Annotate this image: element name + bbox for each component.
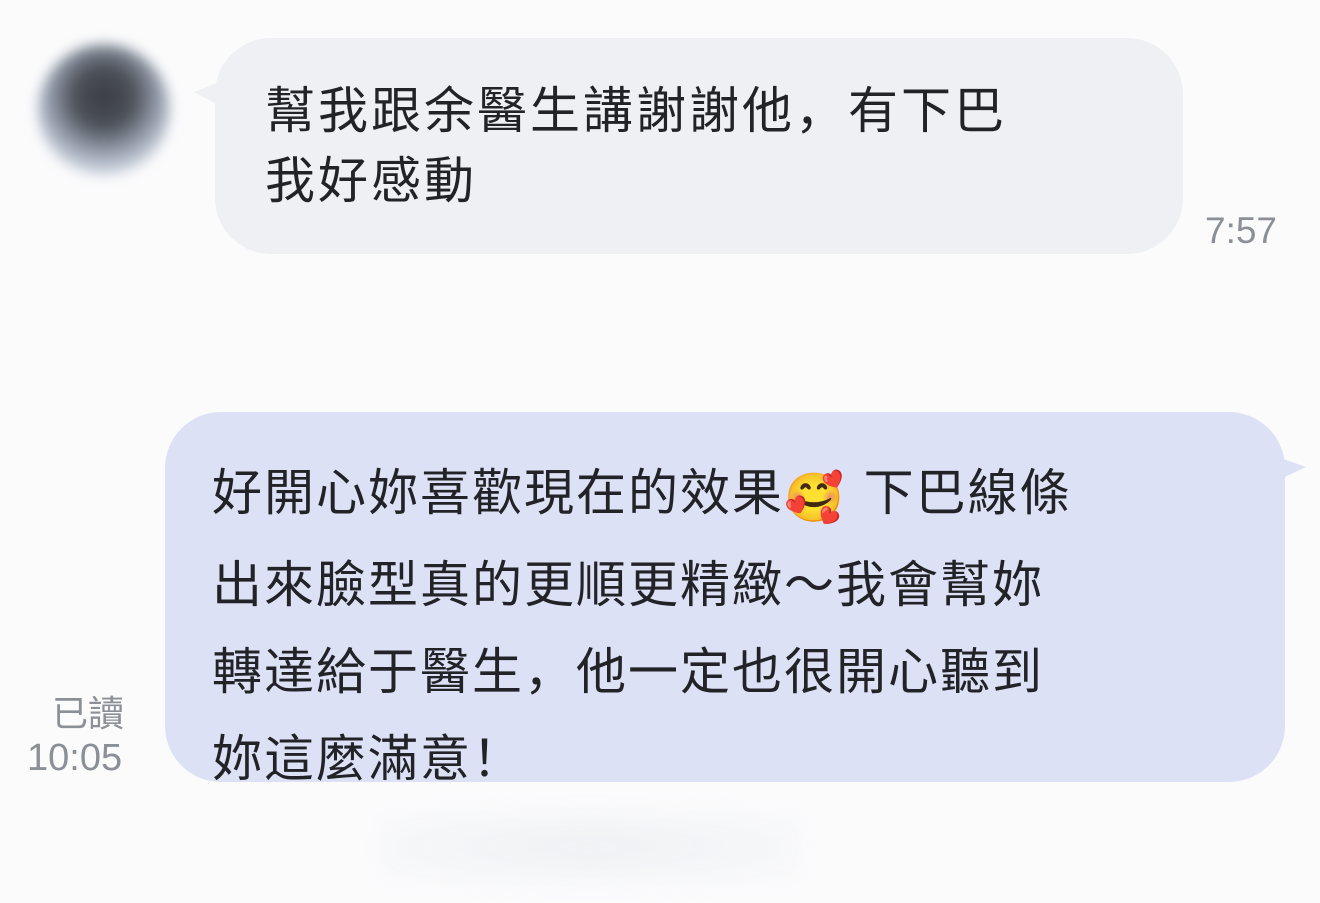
incoming-line-1: 幫我跟余醫生講謝謝他，有下巴: [265, 82, 1007, 140]
outgoing-line-4: 妳這麼滿意！: [212, 730, 524, 788]
read-receipt: 已讀: [52, 694, 125, 735]
chat-view: 幫我跟余醫生講謝謝他，有下巴 我好感動 7:57 好開心妳喜歡現在的效果🥰 下巴線…: [0, 0, 1320, 903]
outgoing-line-3: 轉達給于醫生，他一定也很開心聽到: [212, 643, 1044, 701]
outgoing-line-1-start: 好開心妳喜歡現在的效果: [212, 464, 784, 522]
incoming-message-text: 幫我跟余醫生講謝謝他，有下巴 我好感動: [265, 76, 1133, 216]
outgoing-message-text: 好開心妳喜歡現在的效果🥰 下巴線條出來臉型真的更順更精緻～我會幫妳 轉達給于醫生，…: [212, 450, 1245, 803]
incoming-timestamp: 7:57: [1205, 210, 1278, 251]
outgoing-line-2: 出來臉型真的更順更精緻～我會幫妳: [212, 556, 1044, 614]
smiling-face-with-hearts-icon: 🥰: [784, 470, 846, 526]
sender-avatar[interactable]: [38, 44, 170, 176]
outgoing-timestamp: 10:05: [27, 737, 123, 779]
incoming-line-2: 我好感動: [265, 152, 477, 210]
outgoing-message-bubble[interactable]: 好開心妳喜歡現在的效果🥰 下巴線條出來臉型真的更順更精緻～我會幫妳 轉達給于醫生，…: [165, 412, 1285, 788]
outgoing-line-1-end: 下巴線條: [845, 464, 1072, 522]
blurred-content: [380, 812, 800, 882]
incoming-message-bubble[interactable]: 幫我跟余醫生講謝謝他，有下巴 我好感動: [215, 38, 1183, 254]
